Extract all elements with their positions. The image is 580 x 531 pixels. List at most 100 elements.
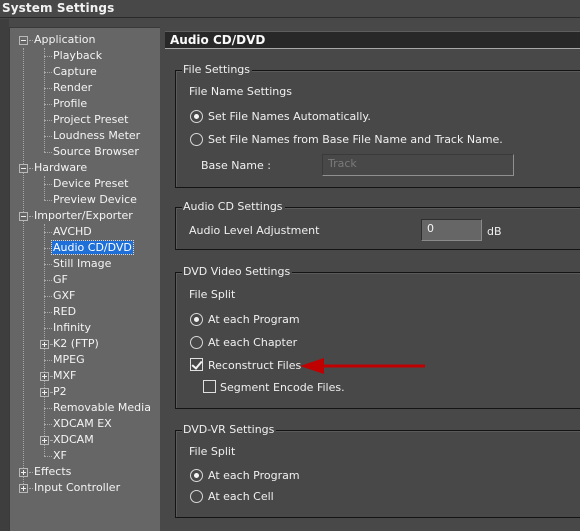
tree-item-label: Source Browser bbox=[53, 145, 139, 158]
collapse-icon[interactable] bbox=[19, 164, 28, 173]
tree-item-mpeg[interactable]: MPEG bbox=[52, 352, 86, 368]
tree-item-hardware[interactable]: Hardware bbox=[33, 160, 88, 176]
tree-item-label: Application bbox=[34, 33, 96, 46]
tree-item-avchd[interactable]: AVCHD bbox=[52, 224, 93, 240]
tree-branch-line bbox=[44, 232, 52, 233]
segment-encode-files-label[interactable]: Segment Encode Files. bbox=[220, 381, 345, 395]
tree-item-label: AVCHD bbox=[53, 225, 92, 238]
dvd-vr-settings-legend: DVD-VR Settings bbox=[182, 423, 277, 437]
base-name-label: Base Name : bbox=[201, 159, 271, 172]
expand-icon[interactable] bbox=[40, 372, 49, 381]
tree-item-label: Infinity bbox=[53, 321, 91, 334]
radio-dvd-video-at-each-chapter-label[interactable]: At each Chapter bbox=[208, 336, 297, 350]
radio-set-names-from-base-label[interactable]: Set File Names from Base File Name and T… bbox=[208, 133, 503, 147]
tree-branch-line bbox=[44, 136, 52, 137]
tree-child-guide bbox=[44, 176, 45, 200]
tree-branch-line bbox=[44, 152, 52, 153]
tree-item-infinity[interactable]: Infinity bbox=[52, 320, 92, 336]
expand-icon[interactable] bbox=[19, 484, 28, 493]
tree-branch-line bbox=[44, 296, 52, 297]
radio-dvd-vr-at-each-program[interactable] bbox=[190, 469, 203, 482]
tree-item-k2-ftp[interactable]: K2 (FTP) bbox=[52, 336, 100, 352]
tree-item-label: GXF bbox=[53, 289, 76, 302]
audio-level-adjustment-label: Audio Level Adjustment bbox=[189, 224, 320, 237]
tree-item-label: XF bbox=[53, 449, 67, 462]
tree-item-application[interactable]: Application bbox=[33, 32, 96, 48]
tree-item-label: Device Preset bbox=[53, 177, 129, 190]
tree-item-label: Input Controller bbox=[34, 481, 121, 494]
dvd-vr-file-split-label: File Split bbox=[189, 445, 236, 458]
tree-branch-line bbox=[44, 312, 52, 313]
tree-item-label: Project Preset bbox=[53, 113, 129, 126]
tree-item-label: MXF bbox=[53, 369, 77, 382]
tree-item-gxf[interactable]: GXF bbox=[52, 288, 76, 304]
tree-content: Application Playback Capture Render Profile P… bbox=[10, 28, 160, 531]
segment-encode-files-checkbox[interactable] bbox=[203, 380, 216, 393]
tree-item-xdcam[interactable]: XDCAM bbox=[52, 432, 95, 448]
dvd-video-file-split-label: File Split bbox=[189, 288, 236, 301]
tree-branch-line bbox=[44, 200, 52, 201]
collapse-icon[interactable] bbox=[19, 212, 28, 221]
expand-icon[interactable] bbox=[40, 436, 49, 445]
tree-item-mxf[interactable]: MXF bbox=[52, 368, 77, 384]
radio-dvd-video-at-each-program-label[interactable]: At each Program bbox=[208, 313, 300, 327]
tree-item-red[interactable]: RED bbox=[52, 304, 77, 320]
radio-set-names-automatically[interactable] bbox=[190, 110, 203, 123]
settings-tree[interactable]: Application Playback Capture Render Profile P… bbox=[9, 27, 160, 531]
tree-item-render[interactable]: Render bbox=[52, 80, 93, 96]
tree-item-preview-device[interactable]: Preview Device bbox=[52, 192, 138, 208]
tree-item-label: MPEG bbox=[53, 353, 85, 366]
tree-item-source-browser[interactable]: Source Browser bbox=[52, 144, 140, 160]
tree-branch-line bbox=[44, 56, 52, 57]
tree-item-effects[interactable]: Effects bbox=[33, 464, 72, 480]
reconstruct-files-checkbox[interactable] bbox=[190, 358, 203, 371]
tree-item-profile[interactable]: Profile bbox=[52, 96, 88, 112]
tree-item-importer-exporter[interactable]: Importer/Exporter bbox=[33, 208, 134, 224]
tree-item-gf[interactable]: GF bbox=[52, 272, 69, 288]
tree-branch-line bbox=[44, 264, 52, 265]
tree-item-loudness-meter[interactable]: Loudness Meter bbox=[52, 128, 141, 144]
expand-icon[interactable] bbox=[40, 388, 49, 397]
tree-item-p2[interactable]: P2 bbox=[52, 384, 68, 400]
tree-item-device-preset[interactable]: Device Preset bbox=[52, 176, 129, 192]
tree-item-label: GF bbox=[53, 273, 68, 286]
file-settings-legend: File Settings bbox=[182, 63, 253, 77]
tree-item-label: Audio CD/DVD bbox=[51, 240, 134, 255]
radio-dvd-vr-at-each-program-label[interactable]: At each Program bbox=[208, 469, 300, 483]
tree-item-audio-cd-dvd[interactable]: Audio CD/DVD bbox=[51, 240, 134, 256]
radio-dvd-vr-at-each-cell[interactable] bbox=[190, 490, 203, 503]
tree-branch-line bbox=[44, 424, 52, 425]
tree-item-label: XDCAM bbox=[53, 433, 94, 446]
tree-item-label: Playback bbox=[53, 49, 103, 62]
tree-item-label: Preview Device bbox=[53, 193, 137, 206]
tree-item-label: Capture bbox=[53, 65, 97, 78]
radio-set-names-from-base[interactable] bbox=[190, 133, 203, 146]
radio-dvd-video-at-each-program[interactable] bbox=[190, 313, 203, 326]
tree-item-xf[interactable]: XF bbox=[52, 448, 68, 464]
tree-item-removable-media[interactable]: Removable Media bbox=[52, 400, 152, 416]
reconstruct-files-label[interactable]: Reconstruct Files bbox=[208, 359, 301, 373]
tree-item-label: Profile bbox=[53, 97, 88, 110]
expand-icon[interactable] bbox=[19, 468, 28, 477]
radio-dvd-vr-at-each-cell-label[interactable]: At each Cell bbox=[208, 490, 274, 504]
audio-level-input[interactable]: 0 bbox=[421, 219, 482, 241]
tree-branch-line bbox=[44, 328, 52, 329]
tree-item-capture[interactable]: Capture bbox=[52, 64, 98, 80]
tree-item-playback[interactable]: Playback bbox=[52, 48, 103, 64]
collapse-icon[interactable] bbox=[19, 36, 28, 45]
splitter[interactable] bbox=[160, 19, 162, 531]
tree-branch-line bbox=[44, 184, 52, 185]
tree-item-input-controller[interactable]: Input Controller bbox=[33, 480, 121, 496]
tree-item-project-preset[interactable]: Project Preset bbox=[52, 112, 129, 128]
tree-item-still-image[interactable]: Still Image bbox=[52, 256, 112, 272]
radio-set-names-automatically-label[interactable]: Set File Names Automatically. bbox=[208, 110, 371, 124]
tree-item-xdcam-ex[interactable]: XDCAM EX bbox=[52, 416, 113, 432]
base-name-input[interactable]: Track bbox=[322, 154, 514, 176]
expand-icon[interactable] bbox=[40, 340, 49, 349]
arrow-head bbox=[300, 358, 324, 374]
tree-item-label: Effects bbox=[34, 465, 72, 478]
tree-branch-line bbox=[44, 72, 52, 73]
tree-branch-line bbox=[44, 104, 52, 105]
tree-item-label: XDCAM EX bbox=[53, 417, 112, 430]
radio-dvd-video-at-each-chapter[interactable] bbox=[190, 336, 203, 349]
